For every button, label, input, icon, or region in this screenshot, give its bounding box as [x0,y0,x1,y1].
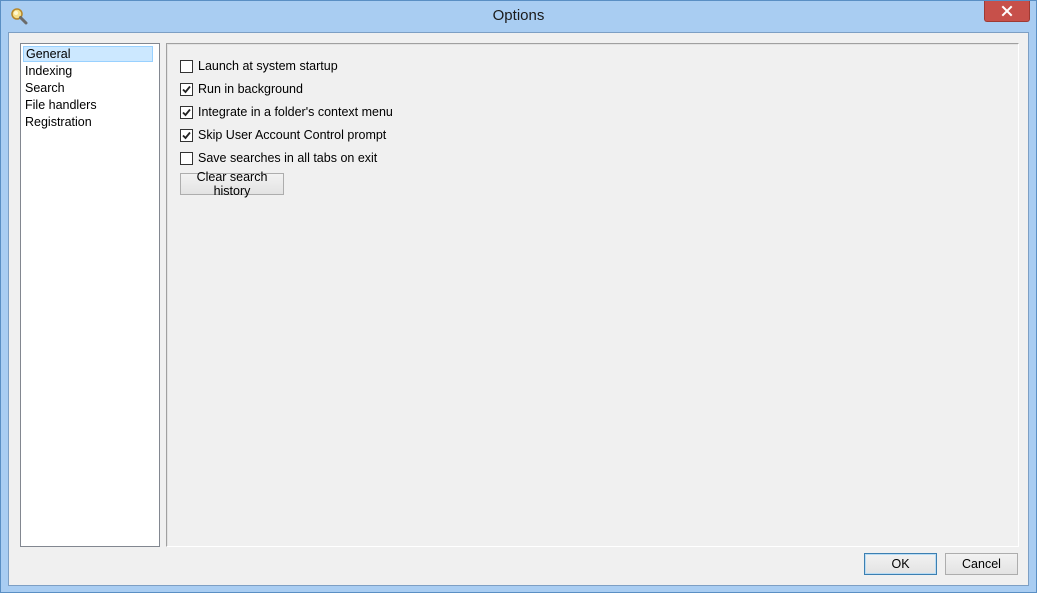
option-context-menu[interactable]: Integrate in a folder's context menu [180,104,393,120]
option-launch-at-startup[interactable]: Launch at system startup [180,58,338,74]
title-bar[interactable]: Options [1,1,1036,31]
skip-uac-checkbox[interactable] [180,128,193,142]
options-window: Options General Indexing Search File han… [0,0,1037,593]
close-button[interactable] [984,1,1030,22]
category-list[interactable]: General Indexing Search File handlers Re… [20,43,160,547]
nav-item-general[interactable]: General [23,46,153,62]
clear-search-history-button[interactable]: Clear search history [180,170,284,198]
option-skip-uac[interactable]: Skip User Account Control prompt [180,127,386,143]
ok-button[interactable]: OK [864,553,937,575]
nav-item-registration[interactable]: Registration [23,114,153,130]
dialog-client-area: General Indexing Search File handlers Re… [8,32,1029,586]
cancel-button[interactable]: Cancel [945,553,1018,575]
option-label: Integrate in a folder's context menu [198,105,393,119]
nav-item-file-handlers[interactable]: File handlers [23,97,153,113]
nav-item-search[interactable]: Search [23,80,153,96]
checkmark-icon [182,85,191,93]
launch-at-startup-checkbox[interactable] [180,59,193,73]
option-run-in-background[interactable]: Run in background [180,81,303,97]
nav-item-indexing[interactable]: Indexing [23,63,153,79]
close-icon [1001,5,1013,17]
context-menu-checkbox[interactable] [180,105,193,119]
checkmark-icon [182,131,191,139]
window-title: Options [492,7,545,24]
option-label: Run in background [198,82,303,96]
option-label: Save searches in all tabs on exit [198,151,378,165]
option-save-searches[interactable]: Save searches in all tabs on exit [180,150,377,166]
run-in-background-checkbox[interactable] [180,82,193,96]
checkmark-icon [182,108,191,116]
option-label: Skip User Account Control prompt [198,128,387,142]
option-label: Launch at system startup [198,59,338,73]
save-searches-checkbox[interactable] [180,151,193,165]
